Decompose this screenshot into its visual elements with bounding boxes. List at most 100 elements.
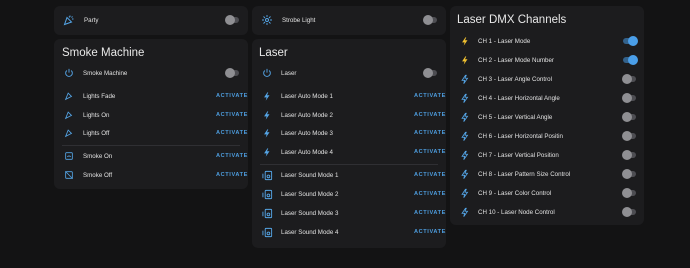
party-popper-icon [62,13,76,27]
power-icon [260,66,274,80]
flash-icon [260,89,274,103]
toggle-knob [622,93,632,103]
scene-row: Laser Sound Mode 3 ACTIVATE [252,204,446,222]
flash-icon [458,34,472,48]
sound-mode-icon [260,187,274,201]
smoke-machine-toggle[interactable] [225,68,239,78]
dmx-channel-toggle[interactable] [622,169,636,179]
dmx-channel-toggle[interactable] [622,93,636,103]
activate-button[interactable]: ACTIVATE [414,149,446,155]
dmx-channel-toggle[interactable] [622,131,636,141]
dmx-channel-toggle[interactable] [623,55,638,65]
strobe-row[interactable]: Strobe Light [252,11,446,29]
smoke-off-icon [62,168,76,182]
dmx-card-title: Laser DMX Channels [457,14,567,26]
scene-row: Lights Fade ACTIVATE [54,87,248,105]
toggle-knob [622,188,632,198]
flash-outline-icon [458,91,472,105]
dmx-channel-row[interactable]: CH 7 - Laser Vertical Position [450,146,644,164]
flash-outline-icon [458,110,472,124]
sound-mode-icon [260,206,274,220]
dmx-channel-label: CH 2 - Laser Mode Number [478,56,554,64]
scene-row: Laser Auto Mode 1 ACTIVATE [252,87,446,105]
party-row[interactable]: Party [54,11,248,29]
dmx-channel-label: CH 10 - Laser Node Control [478,208,555,216]
flash-outline-icon [458,129,472,143]
flash-icon [260,126,274,140]
flash-outline-icon [458,205,472,219]
dmx-channel-row[interactable]: CH 6 - Laser Horizontal Positin [450,127,644,145]
scene-label: Laser Auto Mode 4 [281,148,333,156]
activate-button[interactable]: ACTIVATE [414,191,446,197]
activate-button[interactable]: ACTIVATE [414,112,446,118]
activate-button[interactable]: ACTIVATE [216,153,248,159]
scene-row: Smoke On ACTIVATE [54,147,248,165]
scene-row: Lights On ACTIVATE [54,106,248,124]
scene-row: Laser Auto Mode 4 ACTIVATE [252,143,446,161]
smoke-machine-label: Smoke Machine [83,69,128,77]
activate-button[interactable]: ACTIVATE [414,130,446,136]
dmx-channel-toggle[interactable] [622,112,636,122]
scene-label: Laser Sound Mode 2 [281,190,339,198]
scene-row: Laser Sound Mode 4 ACTIVATE [252,223,446,241]
dmx-channel-label: CH 5 - Laser Vertical Angle [478,113,553,121]
dmx-channel-row[interactable]: CH 1 - Laser Mode [450,32,644,50]
dmx-channel-label: CH 3 - Laser Angle Control [478,75,552,83]
scene-row: Smoke Off ACTIVATE [54,166,248,184]
smoke-icon [62,149,76,163]
party-toggle[interactable] [225,15,239,25]
smoke-machine-row[interactable]: Smoke Machine [54,64,248,82]
flash-icon [260,145,274,159]
laser-row[interactable]: Laser [252,64,446,82]
dmx-channel-toggle[interactable] [623,36,638,46]
activate-button[interactable]: ACTIVATE [216,93,248,99]
flash-icon [458,53,472,67]
sound-mode-icon [260,168,274,182]
toggle-knob [622,74,632,84]
activate-button[interactable]: ACTIVATE [414,172,446,178]
dmx-channel-toggle[interactable] [622,74,636,84]
dmx-channel-label: CH 1 - Laser Mode [478,37,531,45]
scene-row: Lights Off ACTIVATE [54,124,248,142]
laser-dmx-card: Laser DMX Channels CH 1 - Laser Mode CH 2… [450,6,644,225]
palette-icon [62,126,76,140]
activate-button[interactable]: ACTIVATE [414,93,446,99]
activate-button[interactable]: ACTIVATE [216,130,248,136]
scene-label: Laser Sound Mode 3 [281,209,339,217]
dmx-channel-row[interactable]: CH 3 - Laser Angle Control [450,70,644,88]
scene-label: Laser Auto Mode 2 [281,111,333,119]
dmx-channel-row[interactable]: CH 8 - Laser Pattern Size Control [450,165,644,183]
activate-button[interactable]: ACTIVATE [414,229,446,235]
activate-button[interactable]: ACTIVATE [414,210,446,216]
laser-label: Laser [281,69,297,77]
toggle-knob [628,55,638,65]
dmx-channel-row[interactable]: CH 10 - Laser Node Control [450,203,644,221]
flash-outline-icon [458,186,472,200]
scene-label: Lights On [83,111,110,119]
flash-outline-icon [458,72,472,86]
smoke-machine-card: Smoke Machine Smoke Machine Lights Fade … [54,39,248,189]
scene-label: Laser Auto Mode 1 [281,92,333,100]
dmx-channel-toggle[interactable] [622,207,636,217]
scene-label: Smoke Off [83,171,113,179]
laser-card: Laser Laser Laser Auto Mode 1 ACTIVATE L… [252,39,446,248]
dmx-channel-row[interactable]: CH 5 - Laser Vertical Angle [450,108,644,126]
activate-button[interactable]: ACTIVATE [216,112,248,118]
dmx-channel-toggle[interactable] [622,188,636,198]
scene-row: Laser Sound Mode 1 ACTIVATE [252,166,446,184]
strobe-toggle[interactable] [423,15,437,25]
activate-button[interactable]: ACTIVATE [216,172,248,178]
toggle-knob [622,150,632,160]
laser-toggle[interactable] [423,68,437,78]
divider [260,164,438,165]
dmx-channel-label: CH 4 - Laser Horizontal Angle [478,94,560,102]
dmx-channel-row[interactable]: CH 4 - Laser Horizontal Angle [450,89,644,107]
strobe-light-icon [260,13,274,27]
scene-label: Laser Sound Mode 1 [281,171,339,179]
dmx-channel-label: CH 6 - Laser Horizontal Positin [478,132,563,140]
dmx-channel-toggle[interactable] [622,150,636,160]
dmx-channel-row[interactable]: CH 9 - Laser Color Control [450,184,644,202]
divider [62,145,240,146]
dmx-channel-row[interactable]: CH 2 - Laser Mode Number [450,51,644,69]
party-card: Party [54,6,248,35]
